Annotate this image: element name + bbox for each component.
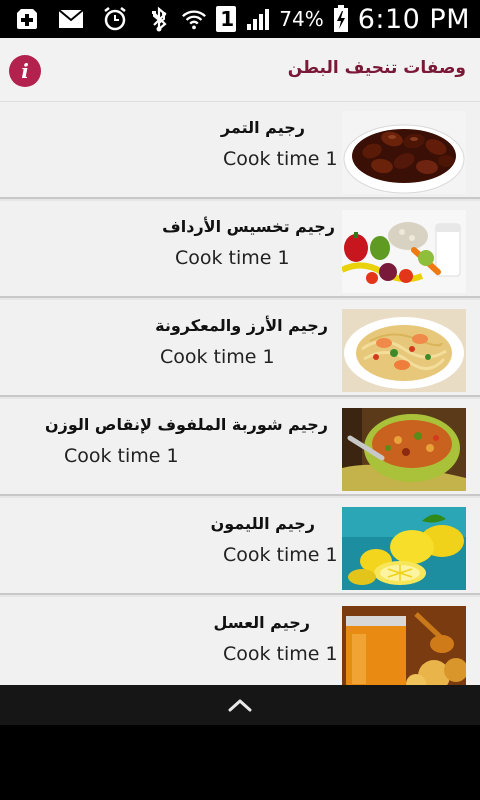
- honey-jar-thumbnail: [342, 606, 466, 685]
- hospital-plus-icon: [14, 6, 40, 32]
- list-item[interactable]: رجيم شوربة الملفوف لإنقاص الوزن Cook tim…: [0, 399, 480, 496]
- battery-percent: 74%: [279, 7, 324, 31]
- list-item[interactable]: رجيم التمر Cook time 1: [0, 102, 480, 199]
- signal-icon: [245, 6, 271, 32]
- battery-charging-icon: [332, 5, 350, 32]
- item-title: رجيم تخسيس الأرداف: [162, 217, 335, 236]
- info-glyph: i: [21, 59, 29, 83]
- dates-thumbnail: [342, 111, 466, 194]
- bottom-bar: [0, 685, 480, 725]
- info-icon[interactable]: i: [9, 55, 41, 87]
- wifi-icon: [181, 6, 207, 32]
- clock: 6:10 PM: [357, 3, 470, 35]
- item-cook-time: Cook time 1: [175, 247, 290, 269]
- chevron-up-icon[interactable]: [226, 695, 254, 715]
- item-cook-time: Cook time 1: [223, 544, 338, 566]
- list-item[interactable]: رجيم الأرز والمعكرونة Cook time 1: [0, 300, 480, 397]
- item-cook-time: Cook time 1: [223, 148, 338, 170]
- sim-slot-label: 1: [220, 7, 235, 31]
- sim-icon: 1: [215, 6, 237, 32]
- alarm-icon: [102, 6, 128, 32]
- item-cook-time: Cook time 1: [64, 445, 179, 467]
- item-title: رجيم الأرز والمعكرونة: [155, 316, 328, 335]
- system-nav-area: [0, 725, 480, 800]
- bluetooth-icon: [147, 6, 173, 32]
- page-title: وصفات تنحيف البطن: [287, 58, 466, 78]
- cabbage-soup-thumbnail: [342, 408, 466, 491]
- item-title: رجيم التمر: [220, 118, 305, 137]
- item-title: رجيم العسل: [213, 613, 310, 632]
- status-bar: 1 74% 6:10 PM: [0, 0, 480, 38]
- item-cook-time: Cook time 1: [160, 346, 275, 368]
- lemons-thumbnail: [342, 507, 466, 590]
- vegetables-thumbnail: [342, 210, 466, 293]
- list-item[interactable]: رجيم تخسيس الأرداف Cook time 1: [0, 201, 480, 298]
- shrimp-pasta-thumbnail: [342, 309, 466, 392]
- item-title: رجيم شوربة الملفوف لإنقاص الوزن: [44, 415, 328, 434]
- list-item[interactable]: رجيم العسل Cook time 1: [0, 597, 480, 685]
- list-item[interactable]: رجيم الليمون Cook time 1: [0, 498, 480, 595]
- recipe-list[interactable]: رجيم التمر Cook time 1 رجيم تخسيس الأردا…: [0, 102, 480, 685]
- app-header: i وصفات تنحيف البطن: [0, 38, 480, 102]
- item-cook-time: Cook time 1: [223, 643, 338, 665]
- mail-icon: [58, 6, 84, 32]
- item-title: رجيم الليمون: [210, 514, 315, 533]
